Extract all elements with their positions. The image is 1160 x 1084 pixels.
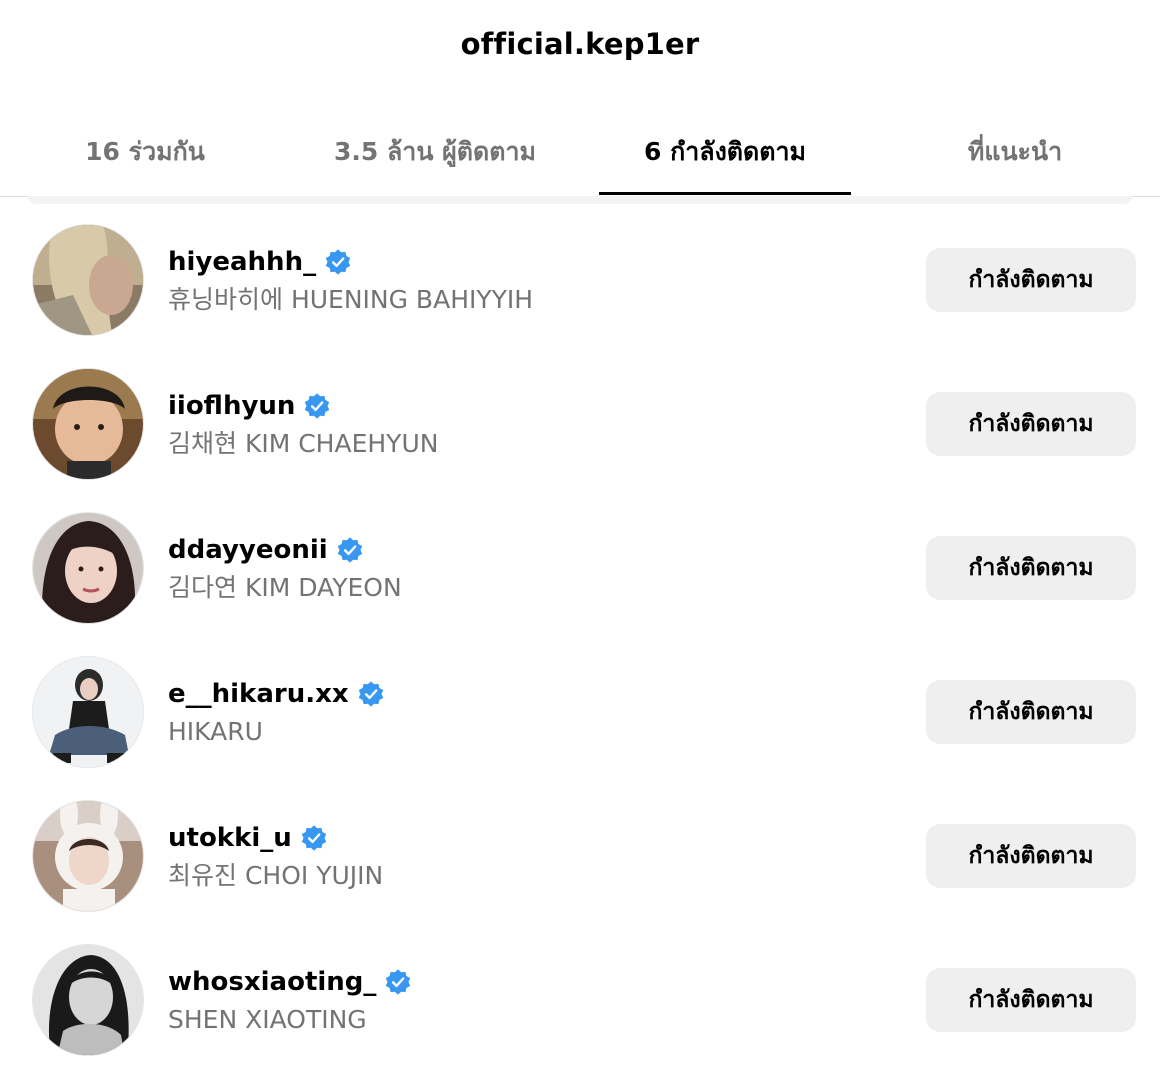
list-item[interactable]: e__hikaru.xx HIKARU กำลังติดตาม bbox=[0, 640, 1160, 784]
avatar[interactable] bbox=[32, 944, 144, 1056]
profile-photo-sitting-icon bbox=[33, 657, 143, 767]
following-sheet: official.kep1er 16 ร่วมกัน 3.5 ล้าน ผู้ต… bbox=[0, 0, 1160, 1084]
following-button[interactable]: กำลังติดตาม bbox=[926, 248, 1136, 312]
full-name: HIKARU bbox=[168, 717, 263, 746]
avatar[interactable] bbox=[32, 800, 144, 912]
following-button[interactable]: กำลังติดตาม bbox=[926, 536, 1136, 600]
list-item[interactable]: whosxiaoting_ SHEN XIAOTING กำลังติดตาม bbox=[0, 928, 1160, 1072]
username-line: e__hikaru.xx bbox=[168, 676, 385, 712]
active-tab-indicator bbox=[599, 192, 851, 195]
username[interactable]: iioflhyun bbox=[168, 391, 295, 421]
list-item[interactable]: hiyeahhh_ 휴닝바히에 HUENING BAHIYYIH กำลังติ… bbox=[0, 208, 1160, 352]
tab-following[interactable]: 6 กำลังติดตาม bbox=[599, 118, 851, 194]
tab-mutual[interactable]: 16 ร่วมกัน bbox=[40, 118, 250, 194]
tab-followers[interactable]: 3.5 ล้าน ผู้ติดตาม bbox=[310, 118, 560, 194]
username[interactable]: e__hikaru.xx bbox=[168, 679, 349, 709]
tab-suggested[interactable]: ที่แนะนำ bbox=[920, 118, 1110, 194]
avatar[interactable] bbox=[32, 512, 144, 624]
verified-badge-icon bbox=[325, 249, 351, 275]
profile-photo-monochrome-icon bbox=[33, 945, 143, 1055]
full-name: 최유진 CHOI YUJIN bbox=[168, 861, 384, 890]
avatar[interactable] bbox=[32, 224, 144, 336]
verified-badge-icon bbox=[305, 393, 330, 419]
profile-photo-blonde-hair-icon bbox=[33, 225, 143, 335]
username[interactable]: ddayyeonii bbox=[168, 535, 328, 565]
avatar[interactable] bbox=[32, 656, 144, 768]
list-item[interactable]: ddayyeonii 김다연 KIM DAYEON กำลังติดตาม bbox=[0, 496, 1160, 640]
following-button[interactable]: กำลังติดตาม bbox=[926, 680, 1136, 744]
full-name: 김다연 KIM DAYEON bbox=[168, 573, 402, 602]
tab-bar: 16 ร่วมกัน 3.5 ล้าน ผู้ติดตาม 6 กำลังติด… bbox=[0, 118, 1160, 197]
username-line: ddayyeonii bbox=[168, 532, 364, 568]
username-line: iioflhyun bbox=[168, 388, 331, 424]
following-button[interactable]: กำลังติดตาม bbox=[926, 392, 1136, 456]
verified-badge-icon bbox=[301, 825, 327, 851]
profile-photo-child-icon bbox=[33, 369, 143, 479]
verified-badge-icon bbox=[337, 537, 362, 563]
following-button[interactable]: กำลังติดตาม bbox=[926, 824, 1136, 888]
search-bar-edge bbox=[28, 196, 1132, 204]
username-line: whosxiaoting_ bbox=[168, 964, 412, 1000]
username-line: hiyeahhh_ bbox=[168, 244, 352, 280]
full-name: 김채현 KIM CHAEHYUN bbox=[168, 429, 439, 458]
username[interactable]: utokki_u bbox=[168, 823, 292, 853]
list-item[interactable]: utokki_u 최유진 CHOI YUJIN กำลังติดตาม bbox=[0, 784, 1160, 928]
list-item[interactable]: iioflhyun 김채현 KIM CHAEHYUN กำลังติดตาม bbox=[0, 352, 1160, 496]
username[interactable]: whosxiaoting_ bbox=[168, 967, 376, 997]
username-line: utokki_u bbox=[168, 820, 328, 856]
full-name: SHEN XIAOTING bbox=[168, 1005, 367, 1034]
following-button[interactable]: กำลังติดตาม bbox=[926, 968, 1136, 1032]
verified-badge-icon bbox=[386, 969, 411, 995]
profile-photo-dark-hair-icon bbox=[33, 513, 143, 623]
username[interactable]: hiyeahhh_ bbox=[168, 247, 316, 277]
page-title: official.kep1er bbox=[460, 27, 700, 61]
avatar[interactable] bbox=[32, 368, 144, 480]
profile-photo-bunny-hood-icon bbox=[33, 801, 143, 911]
full-name: 휴닝바히에 HUENING BAHIYYIH bbox=[168, 285, 534, 314]
verified-badge-icon bbox=[358, 681, 383, 707]
